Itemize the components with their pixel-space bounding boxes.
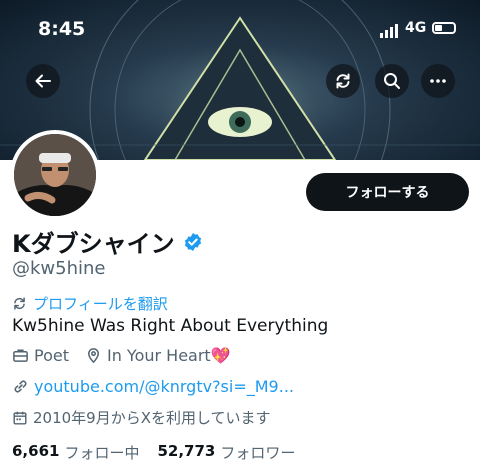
website-row: youtube.com/@knrgtv?si=_M9... [12, 377, 294, 396]
avatar[interactable] [10, 130, 100, 220]
refresh-icon [336, 73, 350, 89]
job-text: Poet [34, 346, 69, 365]
following-label[interactable]: フォロー中 [64, 442, 139, 463]
signal-icon [380, 24, 398, 38]
verified-badge-icon[interactable] [183, 232, 203, 252]
status-bar: 8:45 4G [0, 14, 480, 44]
search-button[interactable] [375, 64, 409, 98]
back-button[interactable] [26, 64, 60, 98]
followers-count[interactable]: 52,773 [157, 442, 215, 463]
name-row: Kダブシャイン [12, 224, 203, 259]
translate-label: プロフィールを翻訳 [33, 295, 168, 313]
avatar-image [14, 134, 96, 216]
link-icon [14, 380, 27, 393]
more-icon [430, 79, 446, 83]
user-handle: @kw5hine [12, 258, 106, 279]
location-text: In Your Heart💖 [106, 346, 231, 365]
followers-label[interactable]: フォロワー [220, 442, 295, 463]
arrow-left-icon [35, 74, 51, 88]
joined-text: 2010年9月からXを利用しています [33, 409, 271, 427]
briefcase-icon [13, 349, 28, 362]
website-link[interactable]: youtube.com/@knrgtv?si=_M9... [34, 377, 294, 396]
network-type: 4G [405, 20, 427, 36]
location-item: In Your Heart💖 [85, 346, 231, 365]
translate-profile-link[interactable]: プロフィールを翻訳 [12, 293, 168, 314]
bio-text: Kw5hine Was Right About Everything [12, 316, 329, 336]
more-button[interactable] [421, 64, 455, 98]
follow-button[interactable]: フォローする [306, 173, 469, 211]
profile-meta-row: Poet In Your Heart💖 [12, 346, 247, 365]
search-icon [384, 73, 400, 89]
battery-icon [432, 22, 456, 34]
translate-icon [14, 297, 25, 310]
status-time: 8:45 [38, 18, 86, 40]
following-count[interactable]: 6,661 [12, 442, 59, 463]
joined-row: 2010年9月からXを利用しています [12, 407, 271, 428]
job-item: Poet [12, 346, 69, 365]
calendar-icon [13, 411, 27, 424]
follow-counts: 6,661 フォロー中 52,773 フォロワー [12, 442, 313, 463]
refresh-button[interactable] [326, 64, 360, 98]
display-name: Kダブシャイン [12, 230, 175, 258]
location-pin-icon [88, 348, 99, 364]
